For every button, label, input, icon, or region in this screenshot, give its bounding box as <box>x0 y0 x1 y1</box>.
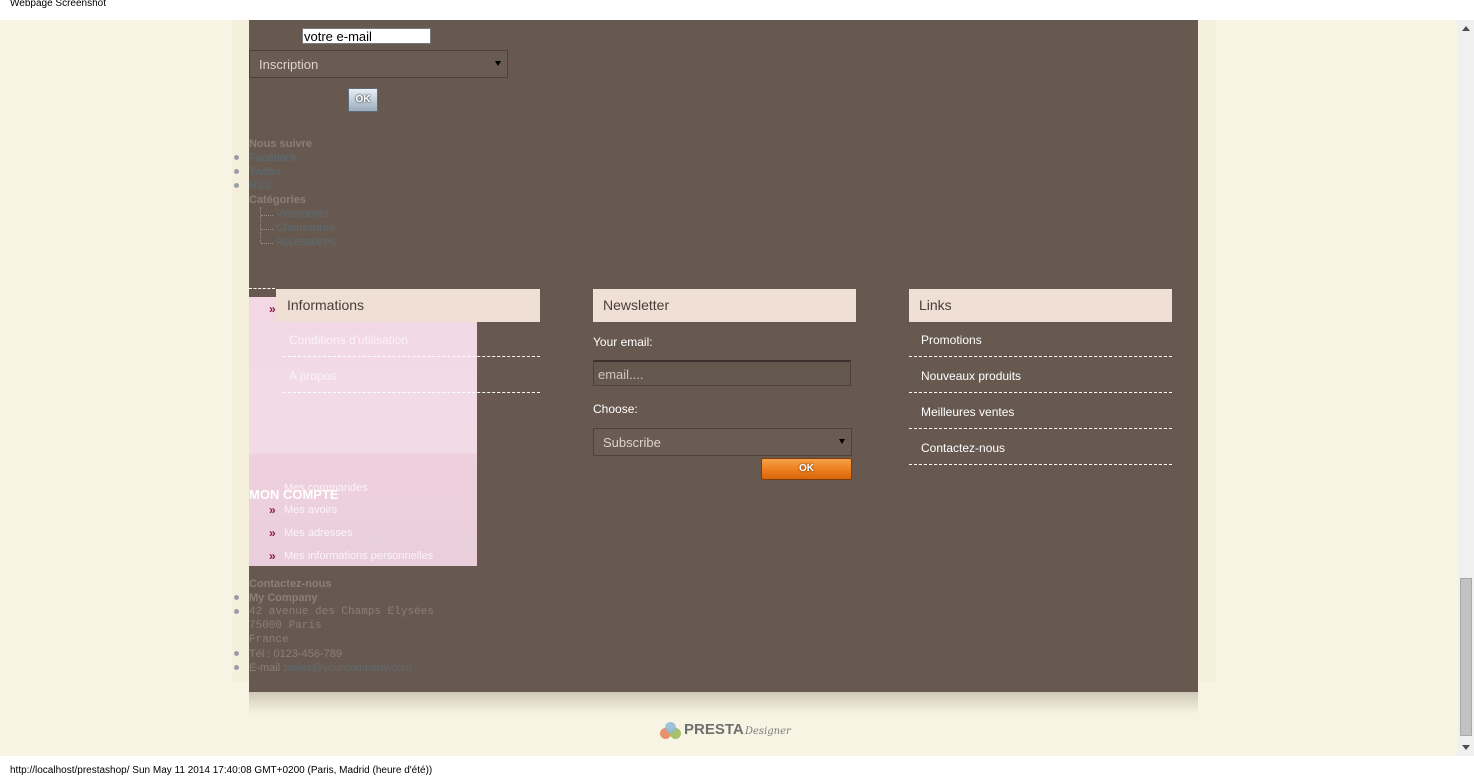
top-email-input[interactable] <box>302 28 431 44</box>
logo-wordmark: PRESTA <box>684 721 744 738</box>
links-divider <box>909 356 1172 357</box>
contact-address-line: France <box>249 634 289 646</box>
panel-bottom-shadow <box>249 692 1198 714</box>
status-bar: http://localhost/prestashop/ Sun May 11 … <box>0 756 1474 776</box>
logo-dot-icon <box>665 722 676 733</box>
info-divider <box>283 356 540 357</box>
bullet-icon <box>234 595 239 600</box>
top-ok-button[interactable]: OK <box>348 88 378 112</box>
account-link-addresses[interactable]: Mes adresses <box>284 527 352 539</box>
double-chevron-icon: » <box>269 302 276 316</box>
scrollbar-thumb[interactable] <box>1460 578 1472 736</box>
info-divider <box>283 392 540 393</box>
link-best-sellers[interactable]: Meilleures ventes <box>921 405 1014 419</box>
link-promotions[interactable]: Promotions <box>921 333 982 347</box>
contact-address-line: 75000 Paris <box>249 620 322 632</box>
window-title: Webpage Screenshot <box>10 0 106 9</box>
bullet-icon <box>234 609 239 614</box>
account-link-personal-info[interactable]: Mes informations personnelles <box>284 550 433 562</box>
link-new-products[interactable]: Nouveaux produits <box>921 369 1021 383</box>
categories-heading: Catégories <box>249 194 306 206</box>
contact-email-label: E-mail : <box>249 662 287 674</box>
status-text: http://localhost/prestashop/ Sun May 11 … <box>10 765 433 776</box>
contact-heading: Contactez-nous <box>249 578 332 590</box>
top-subscribe-select[interactable]: Inscription <box>249 50 508 78</box>
info-link-about[interactable]: A propos <box>289 369 336 383</box>
newsletter-choose-label: Choose: <box>593 402 638 416</box>
logo-script: Designer <box>745 726 791 737</box>
bullet-icon <box>234 155 239 160</box>
follow-link-rss[interactable]: RSS <box>249 180 272 192</box>
bullet-icon <box>234 169 239 174</box>
info-link-conditions[interactable]: Conditions d'utilisation <box>289 333 408 347</box>
links-title: Links <box>919 297 952 313</box>
newsletter-ok-button[interactable]: OK <box>761 458 852 480</box>
contact-email-link[interactable]: sales@yourcompany.com <box>286 662 412 674</box>
newsletter-email-label: Your email: <box>593 335 653 349</box>
double-chevron-icon: » <box>269 549 276 563</box>
links-divider <box>909 428 1172 429</box>
category-link-accessoires[interactable]: Accessoires <box>276 236 335 248</box>
double-chevron-icon: » <box>269 503 276 517</box>
newsletter-subscribe-select[interactable]: Subscribe <box>593 428 852 456</box>
panel-shadow-left <box>232 20 249 682</box>
contact-company: My Company <box>249 592 318 604</box>
follow-link-twitter[interactable]: Twitter <box>249 166 281 178</box>
top-select-value: Inscription <box>259 57 319 72</box>
bullet-icon <box>234 183 239 188</box>
newsletter-title: Newsletter <box>603 297 670 313</box>
info-dashed-line <box>249 288 275 289</box>
newsletter-select-value: Subscribe <box>603 435 661 450</box>
info-title: Informations <box>287 297 365 313</box>
contact-phone: Tél : 0123-456-789 <box>249 648 342 660</box>
account-link-credit-slips[interactable]: Mes avoirs <box>284 504 337 516</box>
scroll-down-arrow-icon[interactable] <box>1458 740 1474 756</box>
follow-link-facebook[interactable]: Facebook <box>249 152 297 164</box>
contact-address-line: 42 avenue des Champs Elysées <box>249 606 434 618</box>
follow-heading: Nous suivre <box>249 138 312 150</box>
link-contact[interactable]: Contactez-nous <box>921 441 1005 455</box>
window-title-bar: Webpage Screenshot <box>0 0 1474 20</box>
bullet-icon <box>234 651 239 656</box>
dropdown-arrow-icon <box>495 61 501 66</box>
category-link-vetements[interactable]: Vêtements <box>276 208 329 220</box>
links-divider <box>909 392 1172 393</box>
panel-shadow-right <box>1198 20 1216 682</box>
category-link-chaussures[interactable]: Chaussures <box>276 222 335 234</box>
double-chevron-icon: » <box>269 526 276 540</box>
newsletter-email-input[interactable]: email.... <box>593 360 851 386</box>
links-divider <box>909 464 1172 465</box>
account-heading: MON COMPTE <box>249 487 339 502</box>
scroll-up-arrow-icon[interactable] <box>1458 20 1474 36</box>
dropdown-arrow-icon <box>839 439 845 444</box>
bullet-icon <box>234 665 239 670</box>
